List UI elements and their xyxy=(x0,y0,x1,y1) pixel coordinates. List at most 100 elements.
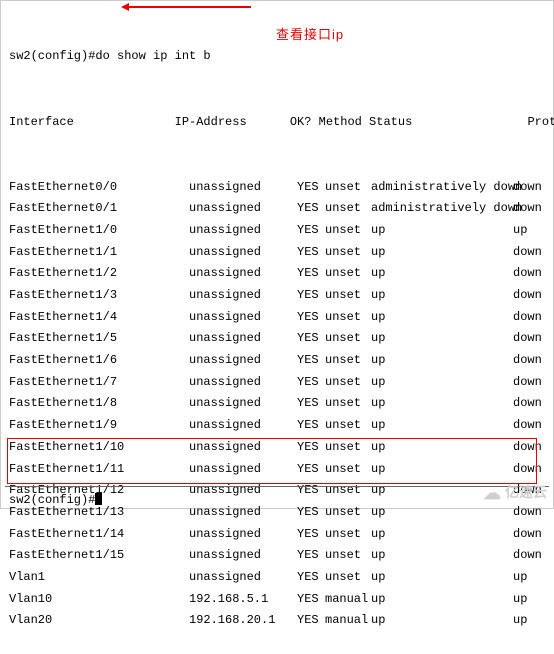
cell-ip: unassigned xyxy=(189,567,297,589)
cell-protocol: down xyxy=(513,502,541,524)
table-row: FastEthernet1/15unassignedYESunsetupdown xyxy=(9,545,549,567)
table-row: Vlan1unassignedYESunsetupup xyxy=(9,567,549,589)
cell-ok: YES xyxy=(297,610,325,632)
cell-ok: YES xyxy=(297,177,325,199)
cell-ip: unassigned xyxy=(189,350,297,372)
cell-protocol: down xyxy=(513,177,541,199)
cell-method: unset xyxy=(325,437,371,459)
cell-protocol: down xyxy=(513,198,541,220)
header-text: Interface IP-Address OK? Method Status P… xyxy=(9,112,511,134)
cell-status: up xyxy=(371,263,513,285)
cell-method: unset xyxy=(325,242,371,264)
cell-ok: YES xyxy=(297,393,325,415)
cell-protocol: up xyxy=(513,589,541,611)
cell-method: manual xyxy=(325,610,371,632)
cell-ip: unassigned xyxy=(189,307,297,329)
cell-interface: FastEthernet1/8 xyxy=(9,393,189,415)
cell-ok: YES xyxy=(297,242,325,264)
cell-method: unset xyxy=(325,415,371,437)
cell-method: unset xyxy=(325,393,371,415)
table-row: FastEthernet1/14unassignedYESunsetupdown xyxy=(9,524,549,546)
cell-status: up xyxy=(371,545,513,567)
cell-ok: YES xyxy=(297,220,325,242)
cell-interface: FastEthernet1/4 xyxy=(9,307,189,329)
cloud-icon: ☁ xyxy=(483,486,501,500)
cell-method: unset xyxy=(325,350,371,372)
cell-protocol: down xyxy=(513,393,541,415)
cell-interface: FastEthernet0/1 xyxy=(9,198,189,220)
table-row: FastEthernet1/8unassignedYESunsetupdown xyxy=(9,393,549,415)
cell-ip: unassigned xyxy=(189,177,297,199)
cell-interface: FastEthernet1/5 xyxy=(9,328,189,350)
cell-status: up xyxy=(371,502,513,524)
watermark: ☁ 亿速云 xyxy=(483,482,547,504)
cell-interface: FastEthernet1/11 xyxy=(9,459,189,481)
cell-protocol: down xyxy=(513,437,541,459)
table-row: FastEthernet1/10unassignedYESunsetupdown xyxy=(9,437,549,459)
cell-protocol: down xyxy=(513,242,541,264)
table-row: FastEthernet1/1unassignedYESunsetupdown xyxy=(9,242,549,264)
cell-method: unset xyxy=(325,567,371,589)
cell-interface: Vlan1 xyxy=(9,567,189,589)
table-row: FastEthernet0/0unassignedYESunsetadminis… xyxy=(9,177,549,199)
cell-protocol: down xyxy=(513,285,541,307)
cell-status: up xyxy=(371,459,513,481)
cell-status: up xyxy=(371,307,513,329)
cell-status: up xyxy=(371,285,513,307)
cell-method: unset xyxy=(325,480,371,502)
prompt-text: sw2(config)# xyxy=(9,493,95,507)
separator-line xyxy=(5,486,549,487)
cell-ok: YES xyxy=(297,372,325,394)
table-row: FastEthernet0/1unassignedYESunsetadminis… xyxy=(9,198,549,220)
cell-ok: YES xyxy=(297,350,325,372)
table-row: FastEthernet1/11unassignedYESunsetupdown xyxy=(9,459,549,481)
cell-ip: 192.168.5.1 xyxy=(189,589,297,611)
cell-ip: 192.168.20.1 xyxy=(189,610,297,632)
cell-ok: YES xyxy=(297,524,325,546)
cell-interface: FastEthernet1/7 xyxy=(9,372,189,394)
cell-ok: YES xyxy=(297,328,325,350)
cell-protocol: down xyxy=(513,307,541,329)
cursor-icon xyxy=(95,493,102,505)
table-row: FastEthernet1/9unassignedYESunsetupdown xyxy=(9,415,549,437)
cell-method: unset xyxy=(325,524,371,546)
watermark-text: 亿速云 xyxy=(505,482,547,504)
cell-status: up xyxy=(371,415,513,437)
cell-method: unset xyxy=(325,372,371,394)
cell-ip: unassigned xyxy=(189,459,297,481)
terminal-output: sw2(config)#do show ip int b Interface I… xyxy=(1,1,553,654)
cell-ok: YES xyxy=(297,567,325,589)
cell-protocol: down xyxy=(513,350,541,372)
cell-ok: YES xyxy=(297,263,325,285)
cell-method: unset xyxy=(325,502,371,524)
cell-method: manual xyxy=(325,589,371,611)
cell-ok: YES xyxy=(297,415,325,437)
cell-interface: FastEthernet1/9 xyxy=(9,415,189,437)
cell-protocol: down xyxy=(513,524,541,546)
annotation-text: 查看接口ip xyxy=(276,24,344,46)
cell-method: unset xyxy=(325,545,371,567)
cell-ok: YES xyxy=(297,480,325,502)
table-row: FastEthernet1/7unassignedYESunsetupdown xyxy=(9,372,549,394)
cell-status: administratively down xyxy=(371,177,513,199)
cell-ip: unassigned xyxy=(189,198,297,220)
cell-interface: FastEthernet1/10 xyxy=(9,437,189,459)
cell-ip: unassigned xyxy=(189,242,297,264)
cell-status: up xyxy=(371,328,513,350)
cell-interface: FastEthernet1/14 xyxy=(9,524,189,546)
cell-protocol: up xyxy=(513,567,541,589)
cell-status: up xyxy=(371,524,513,546)
table-row: FastEthernet1/3unassignedYESunsetupdown xyxy=(9,285,549,307)
cell-ip: unassigned xyxy=(189,393,297,415)
cell-status: up xyxy=(371,437,513,459)
cell-protocol: down xyxy=(513,545,541,567)
cell-status: administratively down xyxy=(371,198,513,220)
table-row: FastEthernet1/4unassignedYESunsetupdown xyxy=(9,307,549,329)
cell-method: unset xyxy=(325,285,371,307)
cell-status: up xyxy=(371,610,513,632)
cell-ip: unassigned xyxy=(189,437,297,459)
cell-ip: unassigned xyxy=(189,545,297,567)
cell-protocol: down xyxy=(513,415,541,437)
prompt-input-line[interactable]: sw2(config)# xyxy=(9,490,102,512)
cell-interface: Vlan20 xyxy=(9,610,189,632)
